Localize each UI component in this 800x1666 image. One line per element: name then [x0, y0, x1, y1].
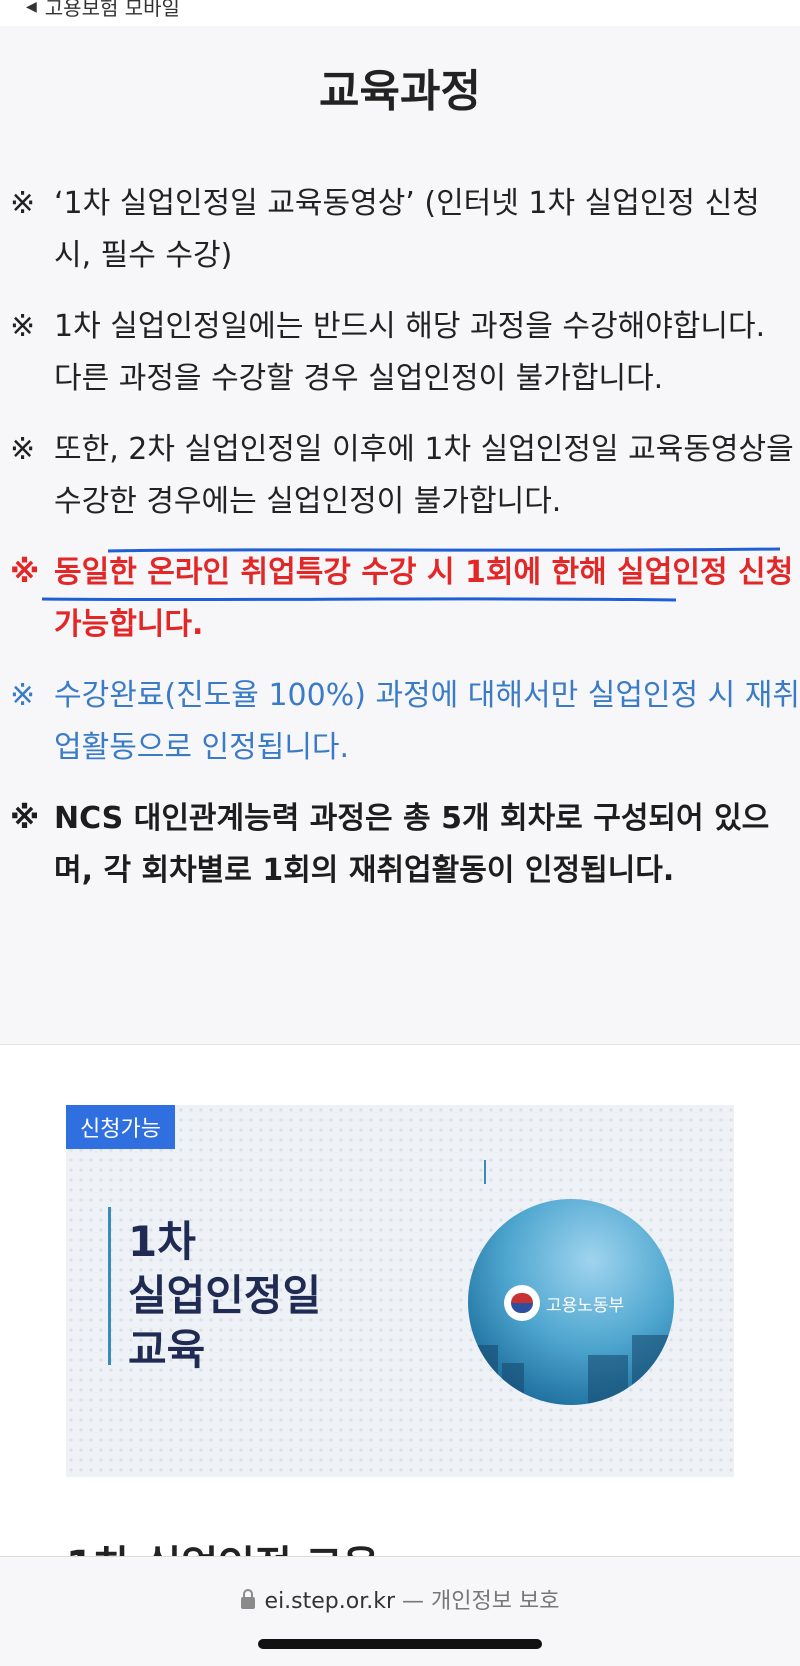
- home-indicator[interactable]: [258, 1639, 542, 1649]
- back-label: 고용보험 모바일: [44, 0, 180, 20]
- note-after-second: ※ 또한, 2차 실업인정일 이후에 1차 실업인정일 교육동영상을 수강한 경…: [10, 424, 800, 528]
- handwritten-underline: [108, 547, 780, 553]
- reference-mark: ※: [10, 309, 36, 344]
- back-triangle-icon: ◀: [26, 0, 37, 15]
- accent-line: [484, 1160, 486, 1184]
- thumbnail-title-line: 1차: [128, 1217, 196, 1266]
- ministry-name: 고용노동부: [546, 1296, 625, 1316]
- building-shape: [632, 1335, 674, 1405]
- course-thumbnail[interactable]: 신청가능 1차 실업인정일 교육 고용노동부: [66, 1105, 734, 1477]
- building-shape: [588, 1355, 628, 1405]
- building-shape: [502, 1363, 524, 1405]
- back-to-app-link[interactable]: ◀ 고용보험 모바일: [26, 0, 180, 21]
- note-text: 수강완료(진도율 100%) 과정에 대해서만 실업인정 시 재취업활동으로 인…: [54, 678, 800, 765]
- url-display[interactable]: ei.step.or.kr — 개인정보 보호: [0, 1583, 800, 1615]
- handwritten-underline: [42, 597, 676, 602]
- thumbnail-title-line: 실업인정일: [128, 1271, 322, 1320]
- accent-line: [108, 1207, 111, 1365]
- note-text: NCS 대인관계능력 과정은 총 5개 회차로 구성되어 있으며, 각 회차별로…: [54, 801, 770, 888]
- status-badge: 신청가능: [66, 1105, 175, 1149]
- top-status-bar: ◀ 고용보험 모바일: [0, 0, 800, 26]
- lock-icon: [240, 1589, 255, 1609]
- browser-address-bar: ei.step.or.kr — 개인정보 보호: [0, 1556, 800, 1666]
- note-text: ‘1차 실업인정일 교육동영상’ (인터넷 1차 실업인정 신청 시, 필수 수…: [54, 186, 760, 273]
- note-text: 1차 실업인정일에는 반드시 해당 과정을 수강해야합니다. 다른 과정을 수강…: [54, 309, 766, 396]
- building-shape: [468, 1345, 498, 1405]
- page-title: 교육과정: [319, 66, 481, 117]
- note-must-take: ※ 1차 실업인정일에는 반드시 해당 과정을 수강해야합니다. 다른 과정을 …: [10, 301, 800, 405]
- reference-mark: ※: [10, 678, 36, 713]
- thumbnail-title: 1차 실업인정일 교육: [128, 1215, 321, 1377]
- note-required-video: ※ ‘1차 실업인정일 교육동영상’ (인터넷 1차 실업인정 신청 시, 필수…: [10, 178, 800, 282]
- reference-mark: ※: [10, 555, 40, 590]
- reference-mark: ※: [10, 432, 36, 467]
- reference-mark: ※: [10, 186, 36, 221]
- ministry-logo-icon: [504, 1285, 540, 1321]
- site-info-label: 개인정보 보호: [431, 1589, 560, 1614]
- url-text: ei.step.or.kr: [264, 1589, 396, 1614]
- note-completion: ※ 수강완료(진도율 100%) 과정에 대해서만 실업인정 시 재취업활동으로…: [10, 670, 800, 774]
- note-text: 또한, 2차 실업인정일 이후에 1차 실업인정일 교육동영상을 수강한 경우에…: [54, 432, 794, 519]
- note-ncs: ※ NCS 대인관계능력 과정은 총 5개 회차로 구성되어 있으며, 각 회차…: [10, 793, 800, 897]
- ministry-emblem-circle: 고용노동부: [468, 1199, 674, 1405]
- thumbnail-title-line: 교육: [128, 1325, 206, 1374]
- url-separator: —: [395, 1589, 432, 1614]
- reference-mark: ※: [10, 801, 40, 836]
